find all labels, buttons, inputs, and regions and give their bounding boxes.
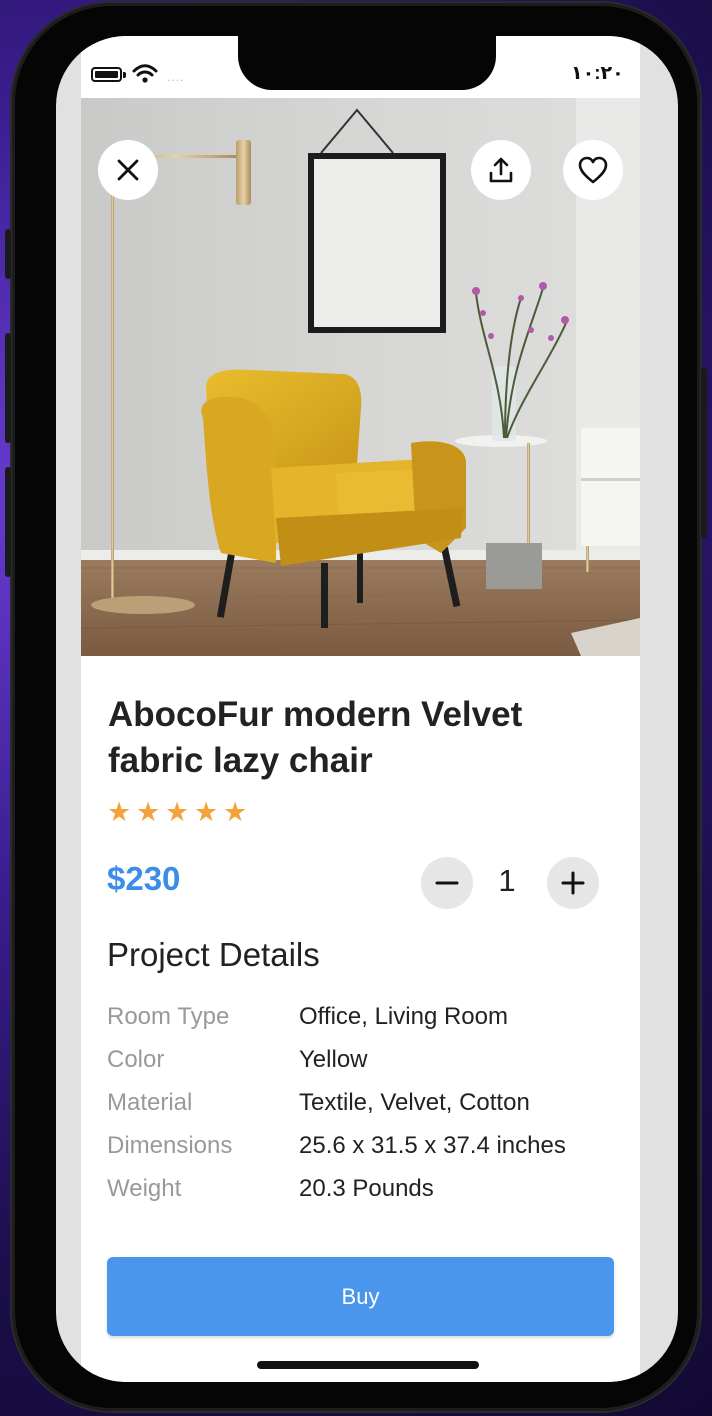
star-icon: ★ bbox=[165, 797, 190, 828]
favorite-button[interactable] bbox=[563, 140, 623, 200]
detail-label: Material bbox=[107, 1089, 193, 1116]
share-icon bbox=[489, 157, 513, 183]
increase-quantity-button[interactable] bbox=[547, 857, 599, 909]
armchair-scene-illustration bbox=[81, 98, 640, 656]
volume-up-button bbox=[5, 333, 11, 443]
mute-switch bbox=[5, 229, 11, 279]
product-price: $230 bbox=[107, 860, 181, 897]
detail-row-material: Material Textile, Velvet, Cotton bbox=[107, 1087, 566, 1130]
wifi-icon bbox=[132, 64, 158, 83]
phone-frame: AbocoFur modern Velvet fabric lazy chair… bbox=[5, 3, 707, 1411]
detail-row-weight: Weight 20.3 Pounds bbox=[107, 1173, 566, 1216]
share-button[interactable] bbox=[471, 140, 531, 200]
heart-icon bbox=[578, 156, 608, 184]
close-button[interactable] bbox=[98, 140, 158, 200]
detail-value: Textile, Velvet, Cotton bbox=[299, 1089, 530, 1116]
detail-value: Office, Living Room bbox=[299, 1003, 508, 1030]
minus-icon bbox=[435, 881, 459, 885]
detail-value: 25.6 x 31.5 x 37.4 inches bbox=[299, 1132, 566, 1159]
power-button bbox=[701, 368, 707, 538]
status-time: ١٠:٢٠ bbox=[571, 63, 624, 84]
decrease-quantity-button[interactable] bbox=[421, 857, 473, 909]
battery-tip bbox=[123, 72, 126, 78]
detail-row-room-type: Room Type Office, Living Room bbox=[107, 1001, 566, 1044]
details-table: Room Type Office, Living Room Color Yell… bbox=[107, 1001, 566, 1216]
product-title: AbocoFur modern Velvet fabric lazy chair bbox=[108, 695, 523, 780]
detail-value: 20.3 Pounds bbox=[299, 1175, 434, 1202]
star-icon: ★ bbox=[136, 797, 161, 828]
detail-label: Room Type bbox=[107, 1003, 230, 1030]
detail-value: Yellow bbox=[299, 1046, 368, 1073]
product-detail-page: AbocoFur modern Velvet fabric lazy chair… bbox=[81, 36, 640, 1382]
detail-label: Weight bbox=[107, 1175, 182, 1202]
detail-label: Dimensions bbox=[107, 1132, 233, 1159]
status-bar: .... ١٠:٢٠ bbox=[56, 36, 678, 98]
product-image bbox=[81, 98, 640, 656]
buy-button[interactable]: Buy bbox=[107, 1257, 614, 1336]
close-icon bbox=[117, 159, 139, 181]
signal-indicator: .... bbox=[167, 70, 185, 84]
detail-row-dimensions: Dimensions 25.6 x 31.5 x 37.4 inches bbox=[107, 1130, 566, 1173]
quantity-value: 1 bbox=[498, 863, 516, 898]
plus-icon bbox=[561, 871, 585, 895]
star-icon: ★ bbox=[223, 797, 248, 828]
rating-stars: ★ ★ ★ ★ ★ bbox=[107, 798, 252, 828]
star-icon: ★ bbox=[194, 797, 219, 828]
detail-label: Color bbox=[107, 1046, 165, 1073]
details-heading: Project Details bbox=[107, 936, 320, 973]
volume-down-button bbox=[5, 467, 11, 577]
screen: AbocoFur modern Velvet fabric lazy chair… bbox=[56, 36, 678, 1382]
battery-icon bbox=[91, 67, 122, 82]
star-icon: ★ bbox=[107, 797, 132, 828]
detail-row-color: Color Yellow bbox=[107, 1044, 566, 1087]
notch bbox=[238, 36, 496, 90]
home-indicator[interactable] bbox=[257, 1361, 479, 1369]
